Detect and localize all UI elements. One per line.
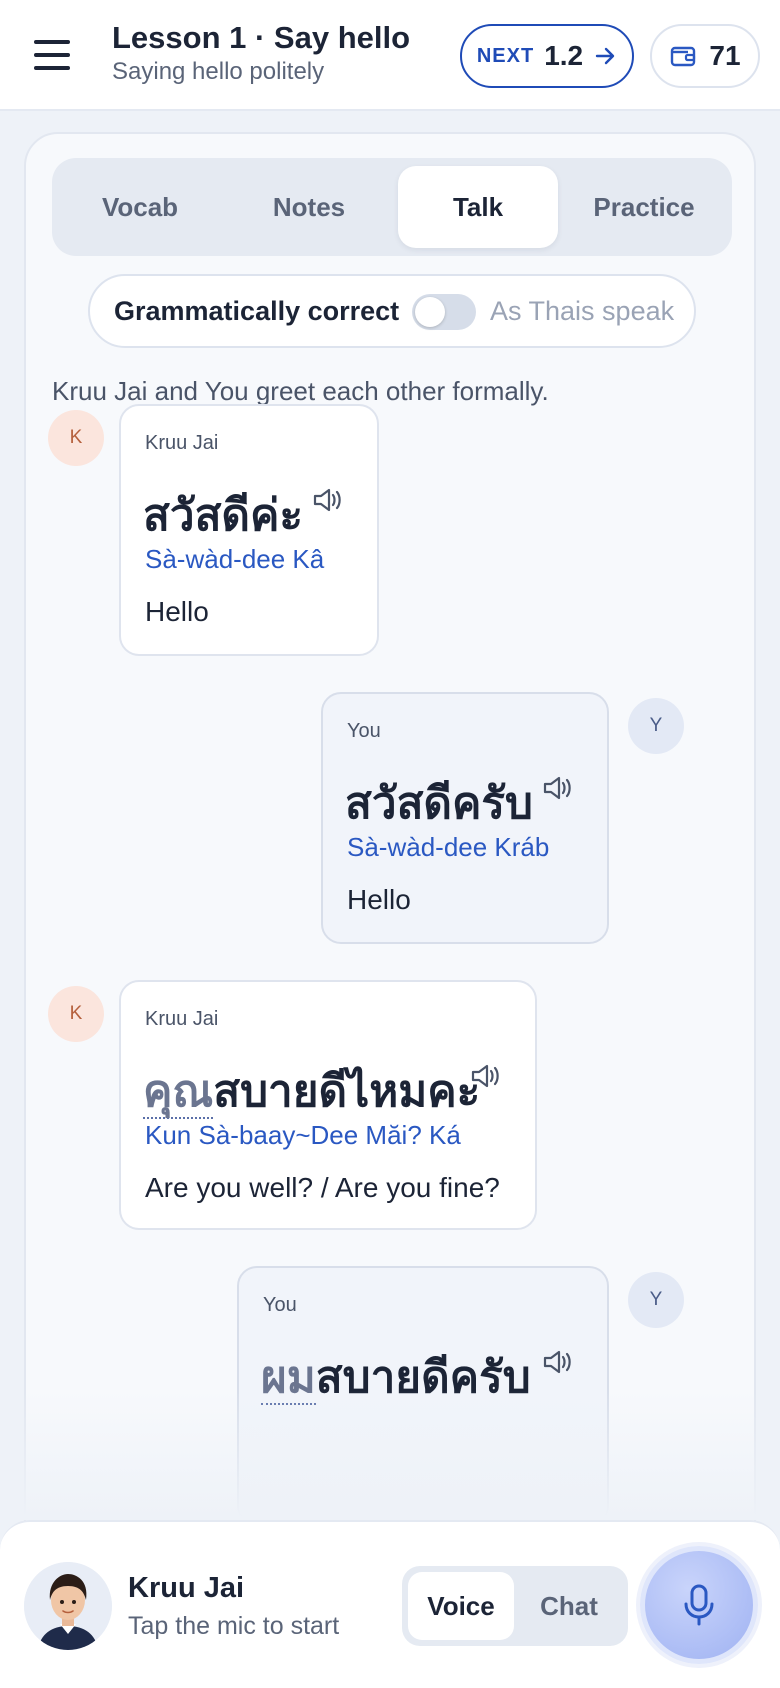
avatar: K — [48, 410, 104, 466]
voice-mode-button[interactable]: Voice — [408, 1572, 514, 1640]
tab-notes[interactable]: Notes — [229, 166, 389, 248]
speaker-name: Kruu Jai — [145, 1008, 219, 1030]
tutor-hint: Tap the mic to start — [128, 1612, 340, 1640]
tutor-portrait-icon — [24, 1562, 112, 1650]
thai-phrase: สวัสดีครับ — [345, 778, 533, 829]
menu-icon[interactable] — [34, 40, 70, 72]
thai-phrase: สวัสดีค่ะ — [143, 490, 304, 541]
wallet-count: 71 — [709, 40, 741, 71]
thai-text: สวัสดีค่ะ — [143, 480, 303, 550]
tutor-avatar — [24, 1562, 112, 1650]
thai-text: คุณสบายดีไหมคะ — [143, 1056, 480, 1126]
speech-style-switch[interactable] — [412, 294, 476, 330]
arrow-right-icon — [595, 47, 615, 65]
tab-vocab[interactable]: Vocab — [60, 166, 220, 248]
speech-style-toggle: Grammatically correct As Thais speak — [88, 274, 696, 348]
transliteration: Sà-wàd-dee Kâ — [145, 544, 325, 574]
speaker-icon[interactable] — [467, 1058, 503, 1094]
avatar: Y — [628, 698, 684, 754]
speaker-icon[interactable] — [309, 482, 345, 518]
translation: Hello — [145, 596, 209, 627]
tab-talk[interactable]: Talk — [398, 166, 558, 248]
tutor-bar: Kruu Jai Tap the mic to start Voice Chat — [0, 1520, 780, 1688]
mic-button[interactable] — [640, 1546, 758, 1664]
scroll-fade — [0, 1390, 780, 1520]
input-mode-toggle: Voice Chat — [402, 1566, 628, 1646]
thai-highlight-word[interactable]: คุณ — [143, 1066, 214, 1119]
wallet-icon — [671, 46, 696, 67]
thai-phrase: สบายดีไหมคะ — [213, 1066, 481, 1117]
thai-text: สวัสดีครับ — [345, 768, 533, 838]
next-lesson-button[interactable]: NEXT 1.2 — [460, 24, 634, 88]
lesson-title: Lesson 1 · Say hello — [112, 20, 411, 55]
speaker-icon[interactable] — [539, 770, 575, 806]
lesson-subtitle: Saying hello politely — [112, 58, 325, 85]
speaker-icon[interactable] — [539, 1344, 575, 1380]
tutor-name: Kruu Jai — [128, 1572, 245, 1604]
speaker-name: Kruu Jai — [145, 432, 219, 454]
chat-mode-button[interactable]: Chat — [516, 1572, 622, 1640]
translation: Are you well? / Are you fine? — [145, 1172, 500, 1203]
speaker-name: You — [263, 1294, 297, 1316]
speaker-name: You — [347, 720, 381, 742]
wallet-button[interactable]: 71 — [650, 24, 760, 88]
tab-practice[interactable]: Practice — [564, 166, 724, 248]
message-bubble: Kruu Jai สวัสดีค่ะ Sà-wàd-dee Kâ Hello — [119, 404, 379, 656]
microphone-icon — [684, 1584, 714, 1626]
next-lesson-number: 1.2 — [544, 40, 584, 71]
switch-knob — [415, 297, 445, 327]
message-bubble: Kruu Jai คุณสบายดีไหมคะ Kun Sà-baay~Dee … — [119, 980, 537, 1230]
app-header: Lesson 1 · Say hello Saying hello polite… — [0, 0, 780, 111]
scenario-text: Kruu Jai and You greet each other formal… — [52, 376, 549, 406]
avatar: K — [48, 986, 104, 1042]
colloquial-label: As Thais speak — [490, 296, 675, 326]
lesson-tabs: Vocab Notes Talk Practice — [52, 158, 732, 256]
grammatical-label: Grammatically correct — [114, 296, 400, 326]
message-bubble: You สวัสดีครับ Sà-wàd-dee Kráb Hello — [321, 692, 609, 944]
next-label: NEXT — [476, 44, 535, 67]
transliteration: Kun Sà-baay~Dee Măi? Ká — [145, 1120, 461, 1150]
avatar: Y — [628, 1272, 684, 1328]
translation: Hello — [347, 884, 411, 915]
transliteration: Sà-wàd-dee Kráb — [347, 832, 550, 862]
